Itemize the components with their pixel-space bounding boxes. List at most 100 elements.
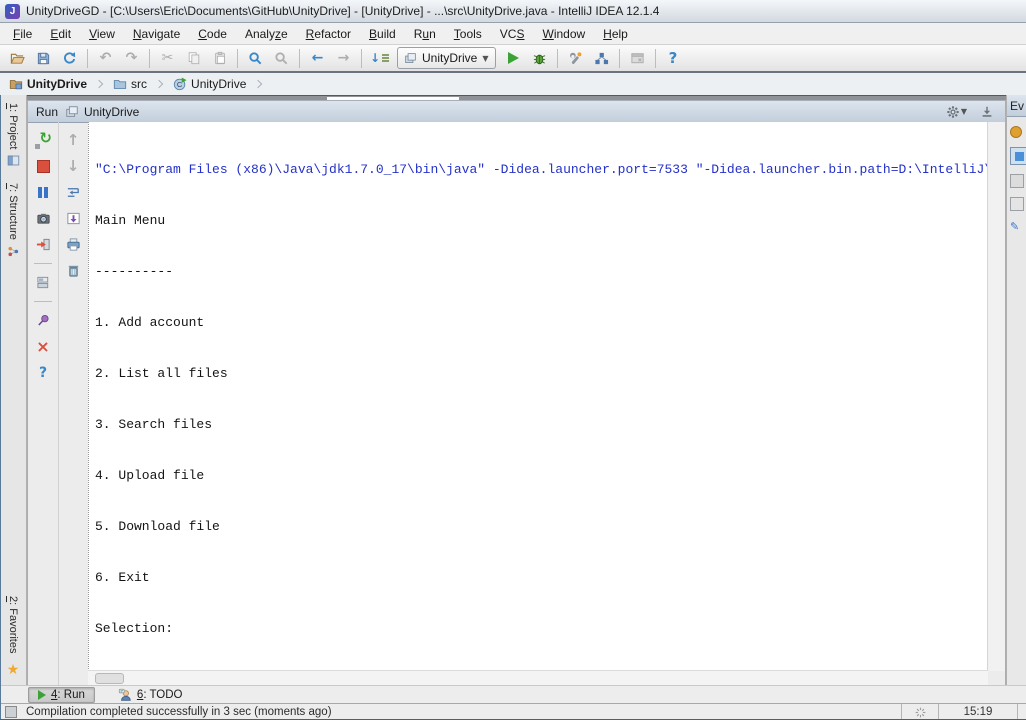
find-icon[interactable] — [243, 46, 268, 70]
window-disabled-icon — [625, 46, 650, 70]
menu-file[interactable]: File — [4, 25, 41, 43]
undo-icon: ↶ — [99, 50, 112, 66]
scrollbar-thumb[interactable] — [95, 673, 124, 684]
hide-panel-icon[interactable] — [977, 105, 997, 119]
numeric-sort-icon[interactable]: ↓ — [367, 46, 392, 70]
chevron-right-icon — [94, 79, 104, 89]
tool-button-favorites[interactable]: 2: Favorites ★ — [7, 588, 20, 686]
console-line: 5. Download file — [95, 519, 220, 534]
menu-edit[interactable]: Edit — [41, 25, 80, 43]
pin-tab-icon[interactable] — [32, 310, 54, 331]
scroll-to-end-icon[interactable] — [62, 208, 84, 229]
breadcrumb-class[interactable]: C UnityDrive — [170, 76, 249, 92]
clipped-icon-pressed[interactable] — [1010, 147, 1026, 165]
toolbar-separator — [34, 301, 52, 302]
copy-icon — [181, 46, 206, 70]
menu-analyze[interactable]: Analyze — [236, 25, 297, 43]
breadcrumb-project[interactable]: UnityDrive — [6, 76, 90, 92]
open-folder-icon[interactable] — [5, 46, 30, 70]
run-icon[interactable] — [501, 46, 526, 70]
clipped-icon[interactable] — [1010, 197, 1024, 211]
save-all-icon[interactable] — [31, 46, 56, 70]
menu-navigate[interactable]: Navigate — [124, 25, 189, 43]
toolbar-separator — [34, 263, 52, 264]
background-process-spinner-icon — [902, 704, 938, 720]
status-message: Compilation completed successfully in 3 … — [26, 706, 332, 718]
paste-icon — [207, 46, 232, 70]
restore-layout-icon[interactable] — [32, 272, 54, 293]
menu-tools[interactable]: Tools — [445, 25, 491, 43]
console-line: ---------- — [95, 264, 174, 279]
menu-refactor[interactable]: Refactor — [297, 25, 360, 43]
console-line: 1. Add account — [95, 315, 205, 330]
run-tab-unitydrive[interactable]: UnityDrive — [65, 105, 139, 119]
tool-button-run[interactable]: 4: Run — [28, 687, 95, 703]
tool-button-structure[interactable]: 7: Structure — [7, 175, 20, 266]
clear-all-icon[interactable] — [62, 260, 84, 281]
rerun-icon[interactable]: ↻ — [32, 130, 54, 151]
help-icon[interactable]: ? — [661, 46, 686, 70]
breadcrumb-src[interactable]: src — [110, 76, 150, 92]
replace-icon — [269, 46, 294, 70]
console-line: 4. Upload file — [95, 468, 205, 483]
synchronize-icon[interactable] — [57, 46, 82, 70]
forward-icon: → — [337, 50, 350, 66]
runnable-class-icon: C — [173, 77, 187, 91]
close-icon[interactable]: × — [32, 336, 54, 357]
menu-window[interactable]: Window — [533, 25, 594, 43]
toolbar-separator — [361, 48, 362, 68]
clipped-icon[interactable] — [1010, 126, 1022, 138]
status-bar: Compilation completed successfully in 3 … — [0, 703, 1026, 720]
structure-tool-icon — [7, 247, 18, 257]
menu-view[interactable]: View — [80, 25, 124, 43]
toolbar-separator — [87, 48, 88, 68]
settings-gear-icon[interactable]: ▼ — [943, 105, 970, 119]
clipped-icon[interactable] — [1010, 174, 1024, 188]
right-panel-clipped: Ev ✎ — [1006, 95, 1026, 686]
debug-icon[interactable] — [527, 46, 552, 70]
project-structure-icon[interactable] — [589, 46, 614, 70]
window-frame-edge — [0, 95, 1, 720]
tool-button-project[interactable]: 1: Project — [7, 95, 20, 175]
menu-build[interactable]: Build — [360, 25, 405, 43]
settings-wrench-icon[interactable] — [563, 46, 588, 70]
help-icon[interactable]: ? — [32, 362, 54, 383]
favorites-star-icon: ★ — [6, 662, 20, 678]
print-icon[interactable] — [62, 234, 84, 255]
run-tool-window-header: Run UnityDrive ▼ — [28, 101, 1005, 123]
project-folder-icon — [9, 80, 23, 90]
folder-icon — [113, 80, 127, 89]
pause-output-icon[interactable] — [32, 182, 54, 203]
left-tool-stripe: 1: Project 7: Structure 2: Favorites ★ — [0, 95, 27, 686]
redo-icon: ↷ — [125, 50, 138, 66]
stop-icon[interactable] — [32, 156, 54, 177]
menu-code[interactable]: Code — [189, 25, 236, 43]
menu-run[interactable]: Run — [405, 25, 445, 43]
menu-vcs[interactable]: VCS — [491, 25, 534, 43]
down-stack-icon: ↓ — [66, 157, 80, 175]
soft-wrap-icon[interactable] — [62, 182, 84, 203]
toolbar-separator — [618, 48, 620, 68]
bottom-tool-stripe: 4: Run 6: TODO — [0, 685, 1026, 704]
right-panel-title: Ev — [1007, 95, 1026, 117]
console-horizontal-scrollbar[interactable] — [88, 670, 988, 685]
menu-help[interactable]: Help — [594, 25, 637, 43]
chevron-down-icon: ▼ — [482, 53, 489, 63]
intellij-app-icon: J — [5, 3, 20, 19]
console-line: 2. List all files — [95, 366, 228, 381]
back-icon[interactable]: ← — [305, 46, 330, 70]
clipped-icon[interactable]: ✎ — [1010, 220, 1026, 233]
cut-icon: ✂ — [161, 50, 174, 66]
chevron-right-icon — [254, 79, 263, 89]
run-play-icon — [38, 690, 46, 700]
toolbar-separator — [149, 48, 150, 68]
run-config-combo[interactable]: UnityDrive ▼ — [397, 47, 496, 69]
console-output[interactable]: "C:\Program Files (x86)\Java\jdk1.7.0_17… — [88, 122, 988, 671]
console-vertical-scrollbar[interactable] — [987, 122, 1005, 671]
exit-icon[interactable] — [32, 234, 54, 255]
thread-dump-camera-icon[interactable] — [32, 208, 54, 229]
console-line: Main Menu — [95, 213, 166, 228]
toggle-tool-stripes-icon[interactable] — [5, 706, 17, 718]
tool-button-todo[interactable]: 6: TODO — [109, 687, 192, 703]
run-tool-window: Run UnityDrive ▼ ↻ × ? ↑ ↓ "C:\Program F… — [27, 100, 1006, 686]
